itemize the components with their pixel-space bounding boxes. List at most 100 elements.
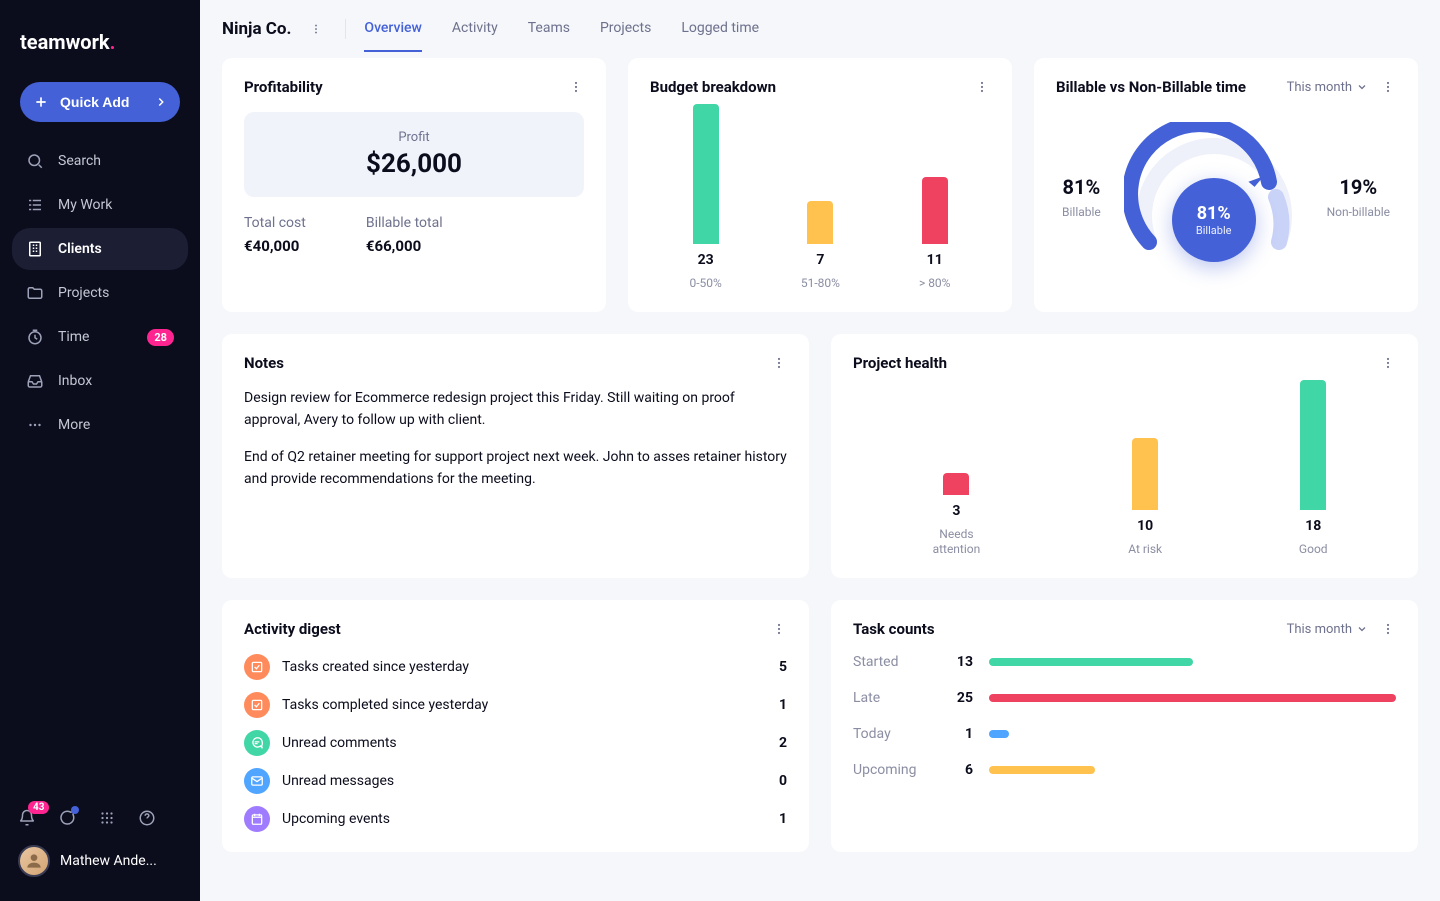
- digest-count: 5: [779, 659, 787, 675]
- card-menu-icon[interactable]: [771, 621, 787, 637]
- budget-card: Budget breakdown 23 0-50% 7 51-80% 11 > …: [628, 58, 1012, 312]
- task-count-value: 6: [949, 762, 973, 778]
- sidebar-item-projects[interactable]: Projects: [12, 272, 188, 314]
- logo: teamwork.: [0, 20, 200, 74]
- task-counts-card: Task counts This month Started 13 Late: [831, 600, 1418, 852]
- tab-teams[interactable]: Teams: [528, 6, 570, 52]
- profit-box: Profit $26,000: [244, 112, 584, 197]
- tab-projects[interactable]: Projects: [600, 6, 651, 52]
- more-icon: [26, 416, 44, 434]
- sidebar-item-label: Clients: [58, 241, 102, 257]
- digest-item[interactable]: Unread messages 0: [244, 768, 787, 794]
- chevron-down-icon: [1356, 623, 1368, 635]
- notes-body: Design review for Ecommerce redesign pro…: [244, 388, 787, 491]
- tab-logged-time[interactable]: Logged time: [681, 6, 759, 52]
- digest-item[interactable]: Upcoming events 1: [244, 806, 787, 832]
- card-menu-icon[interactable]: [974, 79, 990, 95]
- chat-dot-icon: [71, 806, 79, 814]
- profitability-card: Profitability Profit $26,000 Total cost …: [222, 58, 606, 312]
- sidebar-item-label: Time: [58, 329, 89, 345]
- task-count-value: 25: [949, 690, 973, 706]
- budget-chart: 23 0-50% 7 51-80% 11 > 80%: [650, 112, 990, 292]
- bar-value: 7: [816, 252, 824, 268]
- bar-value: 18: [1305, 518, 1321, 534]
- user-name: Mathew Ande...: [60, 853, 157, 869]
- bar-group: 23 0-50%: [690, 104, 722, 292]
- bar-value: 10: [1137, 518, 1153, 534]
- chat-icon[interactable]: [58, 809, 76, 827]
- sidebar-item-label: Search: [58, 153, 101, 169]
- bar-label: > 80%: [919, 276, 951, 292]
- card-menu-icon[interactable]: [1380, 355, 1396, 371]
- notes-card: Notes Design review for Ecommerce redesi…: [222, 334, 809, 578]
- digest-item[interactable]: Unread comments 2: [244, 730, 787, 756]
- bar: [922, 177, 948, 244]
- task-count-bar: [989, 694, 1396, 702]
- bar: [693, 104, 719, 244]
- task-count-value: 1: [949, 726, 973, 742]
- task-count-row: Today 1: [853, 726, 1396, 742]
- digest-label: Upcoming events: [282, 811, 767, 827]
- card-title: Activity digest: [244, 620, 341, 638]
- bar-label: Needs attention: [921, 527, 991, 558]
- bell-icon[interactable]: 43: [18, 809, 36, 827]
- digest-label: Tasks completed since yesterday: [282, 697, 767, 713]
- card-menu-icon[interactable]: [771, 355, 787, 371]
- digest-list: Tasks created since yesterday 5 Tasks co…: [244, 654, 787, 832]
- card-menu-icon[interactable]: [1380, 621, 1396, 637]
- period-select[interactable]: This month: [1287, 622, 1368, 637]
- profit-label: Profit: [262, 130, 566, 145]
- period-select[interactable]: This month: [1287, 80, 1368, 95]
- plus-icon: [32, 93, 50, 111]
- bar: [807, 201, 833, 244]
- digest-item[interactable]: Tasks completed since yesterday 1: [244, 692, 787, 718]
- card-title: Project health: [853, 354, 947, 372]
- tab-activity[interactable]: Activity: [452, 6, 498, 52]
- apps-icon[interactable]: [98, 809, 116, 827]
- task-count-value: 13: [949, 654, 973, 670]
- sidebar-item-search[interactable]: Search: [12, 140, 188, 182]
- gauge-chart: 81% Billable 81% Billable: [1056, 112, 1396, 272]
- sidebar-item-inbox[interactable]: Inbox: [12, 360, 188, 402]
- billable-card: Billable vs Non-Billable time This month…: [1034, 58, 1418, 312]
- card-menu-icon[interactable]: [568, 79, 584, 95]
- comment-icon: [244, 730, 270, 756]
- logo-text: teamwork: [20, 30, 110, 54]
- tabs: Overview Activity Teams Projects Logged …: [364, 6, 759, 52]
- bar-group: 10 At risk: [1128, 438, 1162, 558]
- total-cost: Total cost €40,000: [244, 215, 306, 255]
- tab-overview[interactable]: Overview: [364, 6, 421, 52]
- bar-group: 18 Good: [1299, 380, 1328, 558]
- task-count-label: Late: [853, 690, 933, 706]
- quick-add-button[interactable]: Quick Add: [20, 82, 180, 122]
- sidebar-item-clients[interactable]: Clients: [12, 228, 188, 270]
- topbar: Ninja Co. Overview Activity Teams Projec…: [222, 0, 1418, 48]
- help-icon[interactable]: [138, 809, 156, 827]
- digest-count: 1: [779, 697, 787, 713]
- folder-icon: [26, 284, 44, 302]
- sidebar-footer: 43 Mathew Ande...: [0, 799, 200, 887]
- sidebar-item-more[interactable]: More: [12, 404, 188, 446]
- inbox-icon: [26, 372, 44, 390]
- sidebar-item-label: Projects: [58, 285, 109, 301]
- task-count-bar: [989, 658, 1193, 666]
- bar-group: 3 Needs attention: [921, 473, 991, 558]
- chevron-right-icon: [154, 95, 168, 109]
- bar-label: At risk: [1128, 542, 1162, 558]
- nav: Search My Work Clients Projects Tim: [0, 140, 200, 446]
- sidebar-item-mywork[interactable]: My Work: [12, 184, 188, 226]
- user-profile[interactable]: Mathew Ande...: [18, 845, 182, 877]
- card-title: Profitability: [244, 78, 323, 96]
- digest-count: 1: [779, 811, 787, 827]
- sidebar-item-time[interactable]: Time 28: [12, 316, 188, 358]
- digest-item[interactable]: Tasks created since yesterday 5: [244, 654, 787, 680]
- task-icon: [244, 654, 270, 680]
- gauge-center: 81% Billable: [1172, 178, 1256, 262]
- bar-value: 23: [698, 252, 714, 268]
- bar-value: 3: [952, 503, 960, 519]
- card-title: Task counts: [853, 620, 935, 638]
- client-menu-icon[interactable]: [305, 22, 327, 36]
- card-menu-icon[interactable]: [1380, 79, 1396, 95]
- digest-label: Unread messages: [282, 773, 767, 789]
- sidebar: teamwork. Quick Add Search My Work: [0, 0, 200, 901]
